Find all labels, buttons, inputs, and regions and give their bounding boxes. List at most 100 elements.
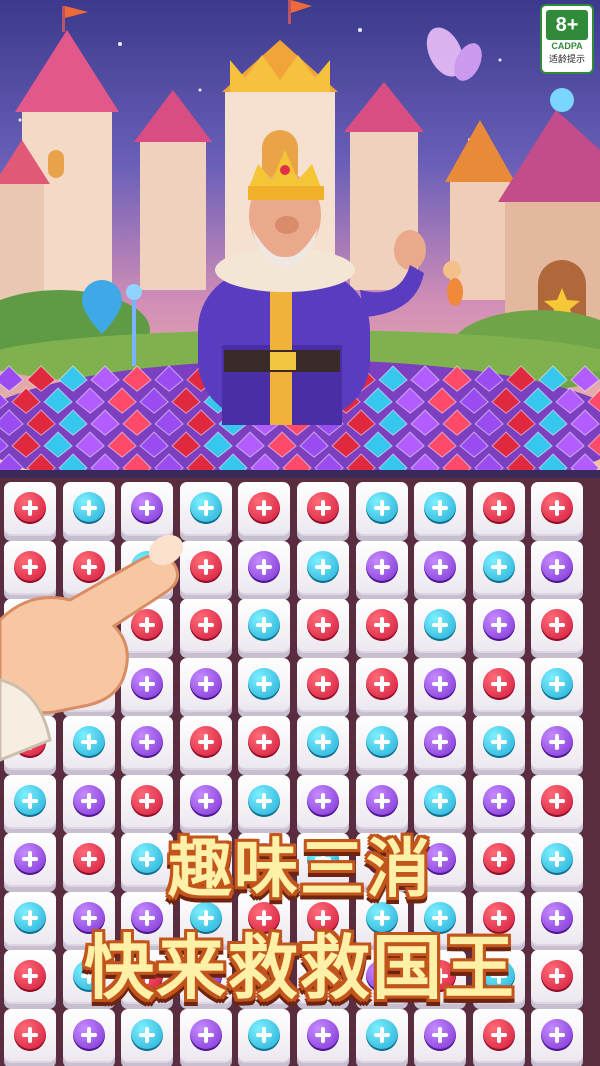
- cyan-plus-icon: [482, 726, 515, 758]
- red-plus-icon: [365, 609, 398, 641]
- board-tile[interactable]: [297, 716, 349, 770]
- purple-plus-icon: [424, 726, 457, 758]
- wand-decoration: [132, 296, 136, 366]
- board-tile[interactable]: [531, 657, 584, 712]
- red-plus-icon: [482, 492, 515, 524]
- board-tile[interactable]: [297, 540, 349, 595]
- board-tile[interactable]: [238, 540, 291, 595]
- board-tile[interactable]: [238, 482, 291, 536]
- board-tile[interactable]: [414, 482, 467, 536]
- age-rating-value: 8+: [546, 10, 588, 40]
- cyan-plus-icon: [72, 492, 105, 524]
- board-tile[interactable]: [238, 1008, 291, 1063]
- purple-plus-icon: [189, 1018, 222, 1051]
- purple-plus-icon: [307, 784, 339, 817]
- board-tile[interactable]: [531, 482, 584, 536]
- purple-plus-icon: [541, 726, 574, 758]
- board-tile[interactable]: [355, 540, 408, 595]
- cyan-plus-icon: [189, 492, 222, 524]
- red-plus-icon: [541, 492, 574, 524]
- cyan-plus-icon: [248, 1018, 281, 1051]
- board-tile[interactable]: [121, 482, 174, 536]
- purple-plus-icon: [541, 1018, 574, 1051]
- board-tile[interactable]: [355, 482, 408, 536]
- board-tile[interactable]: [121, 1008, 174, 1063]
- butterfly-decoration: [426, 27, 482, 81]
- red-plus-icon: [14, 492, 46, 524]
- age-rating-tip: 适龄提示: [548, 55, 585, 65]
- board-tile[interactable]: [238, 599, 291, 653]
- board-tile[interactable]: [414, 1008, 467, 1063]
- purple-plus-icon: [424, 550, 457, 583]
- board-tile[interactable]: [297, 599, 349, 653]
- board-tile[interactable]: [4, 482, 56, 536]
- board-tile[interactable]: [414, 716, 467, 770]
- red-plus-icon: [482, 667, 515, 700]
- board-tile[interactable]: [414, 657, 467, 712]
- red-plus-icon: [541, 784, 574, 817]
- board-tile[interactable]: [355, 599, 408, 653]
- board-tile[interactable]: [297, 1008, 349, 1063]
- purple-plus-icon: [424, 667, 457, 700]
- purple-plus-icon: [482, 609, 515, 641]
- age-rating-badge: 8+ CADPA 适龄提示: [540, 4, 594, 74]
- board-tile[interactable]: [297, 482, 349, 536]
- cyan-plus-icon: [131, 1018, 164, 1051]
- cyan-plus-icon: [424, 784, 457, 817]
- cyan-plus-icon: [541, 667, 574, 700]
- board-tile[interactable]: [472, 482, 525, 536]
- purple-plus-icon: [482, 784, 515, 817]
- cyan-plus-icon: [424, 492, 457, 524]
- red-plus-icon: [131, 784, 164, 817]
- pointing-hand-icon: [0, 534, 184, 762]
- board-tile[interactable]: [472, 716, 525, 770]
- purple-plus-icon: [72, 784, 105, 817]
- red-plus-icon: [307, 667, 339, 700]
- board-tile[interactable]: [531, 1008, 584, 1063]
- board-tile[interactable]: [472, 1008, 525, 1063]
- board-tile[interactable]: [472, 599, 525, 653]
- board-tile[interactable]: [531, 599, 584, 653]
- purple-plus-icon: [248, 550, 281, 583]
- board-tile[interactable]: [414, 540, 467, 595]
- red-plus-icon: [307, 492, 339, 524]
- board-tile[interactable]: [4, 1008, 56, 1063]
- board-tile[interactable]: [531, 716, 584, 770]
- board-tile[interactable]: [355, 657, 408, 712]
- cyan-plus-icon: [307, 550, 339, 583]
- board-tile[interactable]: [355, 716, 408, 770]
- cyan-plus-icon: [248, 609, 281, 641]
- board-tile[interactable]: [297, 657, 349, 712]
- red-plus-icon: [307, 609, 339, 641]
- board-tile[interactable]: [472, 657, 525, 712]
- board-tile[interactable]: [62, 482, 115, 536]
- purple-plus-icon: [189, 784, 222, 817]
- fairy-decoration: [443, 261, 463, 306]
- cyan-plus-icon: [365, 1018, 398, 1051]
- board-tile[interactable]: [531, 540, 584, 595]
- cyan-plus-icon: [482, 550, 515, 583]
- purple-plus-icon: [424, 1018, 457, 1051]
- red-plus-icon: [541, 609, 574, 641]
- board-tile[interactable]: [472, 540, 525, 595]
- board-tile[interactable]: [179, 1008, 232, 1063]
- red-plus-icon: [14, 1018, 46, 1051]
- board-tile[interactable]: [62, 1008, 115, 1063]
- castle-scene: 8+ CADPA 适龄提示: [0, 0, 600, 470]
- cyan-plus-icon: [365, 726, 398, 758]
- cyan-plus-icon: [248, 784, 281, 817]
- cyan-plus-icon: [424, 609, 457, 641]
- board-tile[interactable]: [179, 482, 232, 536]
- red-plus-icon: [248, 492, 281, 524]
- red-plus-icon: [248, 726, 281, 758]
- purple-plus-icon: [307, 1018, 339, 1051]
- purple-plus-icon: [541, 550, 574, 583]
- board-tile[interactable]: [238, 657, 291, 712]
- left-castle: [0, 6, 212, 300]
- board-tile[interactable]: [414, 599, 467, 653]
- purple-plus-icon: [131, 492, 164, 524]
- castle-illustration: [0, 0, 600, 470]
- board-tile[interactable]: [355, 1008, 408, 1063]
- cyan-plus-icon: [365, 492, 398, 524]
- board-tile[interactable]: [238, 716, 291, 770]
